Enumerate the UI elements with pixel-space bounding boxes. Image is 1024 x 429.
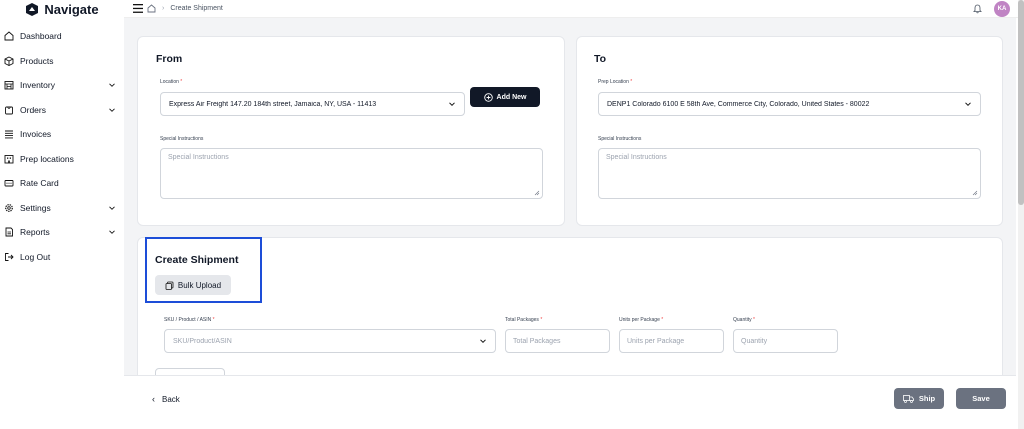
cart-icon	[4, 105, 14, 115]
menu-icon[interactable]	[133, 4, 143, 13]
sku-label: SKU / Product / ASIN *	[164, 317, 215, 323]
prep-location-value: DENP1 Colorado 6100 E 58th Ave, Commerce…	[607, 100, 870, 108]
sidebar-item-label: Dashboard	[20, 31, 62, 42]
back-label: Back	[162, 394, 180, 404]
quantity-label: Quantity *	[733, 317, 755, 323]
plus-circle-icon	[483, 92, 493, 102]
sidebar-item-reports[interactable]: Reports	[0, 220, 124, 245]
sku-select[interactable]: SKU/Product/ASIN	[164, 329, 496, 353]
from-instructions-placeholder: Special Instructions	[168, 154, 229, 161]
sidebar-item-orders[interactable]: Orders	[0, 98, 124, 123]
brand[interactable]: Navigate	[0, 0, 124, 18]
sidebar-item-label: Reports	[20, 227, 50, 238]
sidebar-item-label: Rate Card	[20, 178, 59, 189]
units-per-package-input[interactable]: Units per Package	[619, 329, 724, 353]
app-name: Navigate	[44, 1, 99, 17]
chevron-down-icon	[449, 102, 455, 107]
to-title: To	[594, 53, 607, 65]
units-per-package-placeholder: Units per Package	[627, 337, 685, 345]
chevron-down-icon	[108, 106, 116, 114]
to-instructions-label: Special Instructions	[598, 136, 642, 142]
truck-icon	[902, 394, 914, 403]
from-instructions-input[interactable]: Special Instructions	[160, 148, 543, 199]
sidebar-item-prep-locations[interactable]: Prep locations	[0, 147, 124, 172]
save-label: Save	[972, 394, 990, 403]
prep-location-select[interactable]: DENP1 Colorado 6100 E 58th Ave, Commerce…	[598, 92, 981, 116]
topbar: › Create Shipment KA	[124, 0, 1024, 18]
chevron-down-icon	[108, 204, 116, 212]
chevron-left-icon: ‹	[152, 394, 155, 404]
chevron-down-icon	[965, 102, 971, 107]
sidebar-item-label: Orders	[20, 104, 46, 115]
warehouse-icon	[4, 80, 14, 90]
add-row-button[interactable]	[155, 368, 225, 375]
quantity-placeholder: Quantity	[741, 337, 768, 345]
ship-button[interactable]: Ship	[894, 388, 944, 409]
quantity-input[interactable]: Quantity	[733, 329, 838, 353]
sidebar-item-invoices[interactable]: Invoices	[0, 122, 124, 147]
footer-action-bar: ‹ Back Ship Save	[124, 375, 1016, 419]
highlight-box	[145, 237, 262, 303]
back-button[interactable]: ‹ Back	[152, 394, 180, 404]
home-icon[interactable]	[147, 4, 156, 13]
total-packages-label: Total Packages *	[505, 317, 543, 323]
main-content: From Location * Express Air Freight 147.…	[124, 18, 1016, 375]
sidebar-item-rate-card[interactable]: Rate Card	[0, 171, 124, 196]
total-packages-placeholder: Total Packages	[513, 337, 561, 345]
sidebar-item-label: Inventory	[20, 80, 55, 91]
ship-label: Ship	[918, 394, 936, 403]
sidebar-item-inventory[interactable]: Inventory	[0, 73, 124, 98]
chevron-down-icon	[108, 228, 116, 236]
gear-icon	[4, 203, 14, 213]
page-scrollbar[interactable]	[1018, 0, 1024, 429]
sidebar-item-label: Log Out	[20, 251, 51, 262]
sidebar-item-label: Settings	[20, 202, 51, 213]
resize-handle-icon[interactable]	[534, 190, 540, 196]
units-per-package-label: Units per Package *	[619, 317, 664, 323]
box-icon	[4, 56, 14, 66]
to-instructions-placeholder: Special Instructions	[606, 154, 667, 161]
sidebar-item-settings[interactable]: Settings	[0, 196, 124, 221]
sidebar: Navigate Dashboard Products Inventory Order…	[0, 0, 124, 429]
sidebar-item-label: Invoices	[20, 129, 52, 140]
breadcrumb-current: Create Shipment	[170, 5, 223, 12]
logo-icon	[26, 2, 39, 16]
create-shipment-card: Create Shipment Bulk Upload SKU / Produc…	[137, 237, 1003, 375]
scrollbar-thumb[interactable]	[1018, 0, 1024, 205]
building-icon	[4, 154, 14, 164]
add-new-button[interactable]: Add New	[470, 87, 540, 107]
resize-handle-icon[interactable]	[972, 190, 978, 196]
bell-icon[interactable]	[973, 4, 982, 14]
logout-icon	[4, 252, 14, 262]
to-instructions-input[interactable]: Special Instructions	[598, 148, 981, 199]
avatar[interactable]: KA	[994, 1, 1010, 17]
breadcrumb-separator: ›	[162, 5, 165, 12]
prep-location-label: Prep Location *	[598, 79, 633, 85]
from-card: From Location * Express Air Freight 147.…	[137, 36, 565, 226]
sidebar-nav: Dashboard Products Inventory Orders Invoices…	[0, 24, 124, 269]
report-icon	[4, 227, 14, 237]
sidebar-item-dashboard[interactable]: Dashboard	[0, 24, 124, 49]
from-instructions-label: Special Instructions	[160, 136, 204, 142]
list-icon	[4, 129, 14, 139]
top-right-actions: KA	[973, 1, 1010, 17]
home-icon	[4, 31, 14, 41]
sidebar-item-log-out[interactable]: Log Out	[0, 245, 124, 270]
location-label: Location *	[160, 79, 183, 85]
location-select[interactable]: Express Air Freight 147.20 184th street,…	[160, 92, 465, 116]
chevron-down-icon	[108, 81, 116, 89]
location-value: Express Air Freight 147.20 184th street,…	[169, 100, 377, 108]
add-new-label: Add New	[496, 93, 527, 101]
from-title: From	[156, 53, 183, 65]
save-button[interactable]: Save	[956, 388, 1006, 409]
breadcrumb: › Create Shipment	[147, 4, 223, 13]
total-packages-input[interactable]: Total Packages	[505, 329, 610, 353]
to-card: To Prep Location * DENP1 Colorado 6100 E…	[576, 36, 1003, 226]
sidebar-item-products[interactable]: Products	[0, 49, 124, 74]
card-icon	[4, 178, 14, 188]
sidebar-item-label: Products	[20, 55, 54, 66]
sidebar-item-label: Prep locations	[20, 153, 74, 164]
chevron-down-icon	[480, 339, 486, 344]
sku-placeholder: SKU/Product/ASIN	[173, 337, 232, 345]
